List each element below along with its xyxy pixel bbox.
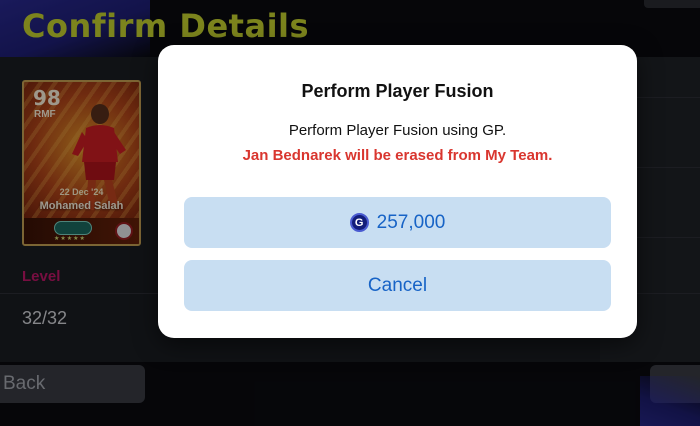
player-fusion-dialog: Perform Player Fusion Perform Player Fus…: [158, 45, 637, 338]
dialog-warning: Jan Bednarek will be erased from My Team…: [242, 147, 553, 164]
confirm-gp-button[interactable]: G 257,000: [184, 197, 611, 248]
gp-coin-icon: G: [349, 213, 369, 232]
cancel-button[interactable]: Cancel: [184, 260, 611, 311]
gp-cost-label: 257,000: [376, 211, 446, 233]
cancel-label: Cancel: [367, 274, 428, 296]
dialog-title: Perform Player Fusion: [301, 81, 494, 101]
dialog-message: Perform Player Fusion using GP.: [288, 122, 507, 139]
